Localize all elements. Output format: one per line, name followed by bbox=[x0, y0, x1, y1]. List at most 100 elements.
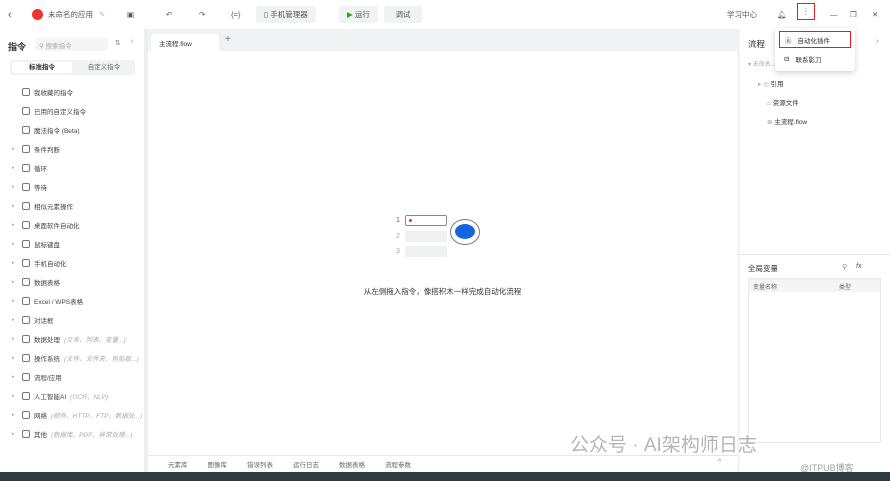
command-category[interactable]: ▸ 条件判断 bbox=[12, 144, 64, 154]
category-icon bbox=[22, 354, 30, 362]
save-icon[interactable]: ▣ bbox=[127, 6, 134, 23]
back-button[interactable]: ‹ bbox=[8, 6, 12, 23]
category-icon bbox=[22, 411, 30, 419]
collapse-icon[interactable]: ‹ bbox=[131, 38, 133, 45]
command-category[interactable]: ▸ Excel / WPS表格 bbox=[12, 296, 87, 306]
category-label: 我收藏的指令 bbox=[34, 90, 73, 97]
category-icon bbox=[22, 88, 30, 96]
search-input[interactable]: ⚲ 搜索指令 bbox=[35, 38, 108, 51]
title-bar: ‹ 未命名的应用 ✎ ▣ ↶ ↷ {=} ▯ 手机管理器 ▶ 运行 调试 学习中… bbox=[0, 0, 890, 29]
tree-item-resources[interactable]: ⌂ 资源文件 bbox=[767, 97, 799, 107]
command-category[interactable]: ▸ 流程/应用 bbox=[12, 372, 66, 382]
menu-item-automation-plugin[interactable]: Ⓐ 自动化插件 bbox=[779, 31, 851, 48]
debug-button[interactable]: 调试 bbox=[384, 6, 422, 23]
category-icon bbox=[22, 259, 30, 267]
bottom-tab[interactable]: 流程参数 bbox=[385, 459, 411, 469]
category-label: 数据处理 bbox=[34, 337, 60, 344]
expand-arrow-icon: ▸ bbox=[12, 412, 15, 418]
watermark: 公众号 · AI架构师日志 bbox=[570, 435, 757, 456]
expand-arrow-icon: ▸ bbox=[12, 260, 15, 266]
run-button[interactable]: ▶ 运行 bbox=[339, 6, 378, 23]
search-icon[interactable]: ⚲ bbox=[842, 263, 847, 271]
command-category[interactable]: ▸ 相似元素操作 bbox=[12, 201, 77, 211]
edit-icon[interactable]: ✎ bbox=[99, 6, 105, 23]
tab-custom[interactable]: 自定义指令 bbox=[74, 62, 134, 73]
command-category[interactable]: ▸ 数据表格 bbox=[12, 277, 64, 287]
learning-center-link[interactable]: 学习中心 bbox=[727, 6, 757, 23]
command-category[interactable]: ▸ 桌面软件自动化 bbox=[12, 220, 84, 230]
bottom-tab[interactable]: 元素库 bbox=[168, 459, 188, 469]
category-icon bbox=[22, 335, 30, 343]
command-category[interactable]: ▸ 操作系统 (文件、文件夹、剪贴板...) bbox=[12, 353, 139, 363]
menu-label: 联系影刀 bbox=[795, 56, 822, 64]
category-icon bbox=[22, 126, 30, 134]
category-icon bbox=[22, 316, 30, 324]
phone-manager-button[interactable]: ▯ 手机管理器 bbox=[256, 6, 316, 23]
redo-icon[interactable]: ↷ bbox=[199, 6, 205, 23]
undo-icon[interactable]: ↶ bbox=[166, 6, 172, 23]
category-label: 已用的自定义指令 bbox=[34, 109, 86, 116]
menu-item-contact[interactable]: ⊟ 联系影刀 bbox=[779, 50, 851, 67]
category-label: 循环 bbox=[34, 166, 47, 173]
category-icon bbox=[22, 278, 30, 286]
bottom-tab[interactable]: 错误列表 bbox=[247, 459, 273, 469]
command-category[interactable]: 魔法指令 (Beta) bbox=[12, 125, 84, 135]
command-category[interactable]: ▸ 鼠标键盘 bbox=[12, 239, 64, 249]
app-name[interactable]: 未命名的应用 bbox=[48, 6, 93, 23]
command-category[interactable]: ▸ 其他 (数据库、PDF、异常处理...) bbox=[12, 429, 132, 439]
tree-root[interactable]: ▾ 未命名... bbox=[748, 59, 776, 68]
tree-item-main-flow[interactable]: ⊜ 主流程.flow bbox=[767, 116, 807, 126]
category-icon bbox=[22, 183, 30, 191]
bottom-tab[interactable]: 运行日志 bbox=[293, 459, 319, 469]
global-vars-title: 全局变量 bbox=[748, 264, 778, 273]
tree-item-references[interactable]: ▸ ◎ 引用 bbox=[758, 78, 784, 88]
more-button[interactable]: ⋮ bbox=[797, 3, 815, 20]
command-category[interactable]: ▸ 手机自动化 bbox=[12, 258, 71, 268]
restore-button[interactable]: ❐ bbox=[850, 6, 857, 23]
expand-arrow-icon: ▸ bbox=[12, 203, 15, 209]
minimize-button[interactable]: — bbox=[830, 6, 838, 23]
search-placeholder: 搜索指令 bbox=[45, 43, 72, 50]
command-category[interactable]: ▸ 对话框 bbox=[12, 315, 58, 325]
category-label: 数据表格 bbox=[34, 280, 60, 287]
command-category[interactable]: ▸ 等待 bbox=[12, 182, 51, 192]
app-logo bbox=[32, 6, 43, 23]
flow-canvas[interactable]: 1 2 3 从左侧拖入指令，像搭积木一样完成自动化流程 bbox=[148, 51, 737, 455]
command-category[interactable]: ▸ 人工智能AI (OCR、NLP) bbox=[12, 391, 108, 401]
bottom-tab[interactable]: 图像库 bbox=[208, 459, 228, 469]
command-category[interactable]: ▸ 数据处理 (文本、列表、变量...) bbox=[12, 334, 126, 344]
category-icon bbox=[22, 202, 30, 210]
function-icon[interactable]: fx bbox=[856, 263, 861, 270]
category-hint: (邮件、HTTP、FTP、数据处...) bbox=[51, 413, 142, 420]
variables-icon[interactable]: {=} bbox=[231, 6, 240, 23]
category-label: 对话框 bbox=[34, 318, 54, 325]
run-label: 运行 bbox=[354, 10, 370, 19]
add-tab-button[interactable]: + bbox=[225, 34, 231, 45]
expand-arrow-icon: ▸ bbox=[12, 222, 15, 228]
category-icon bbox=[22, 107, 30, 115]
expand-up-icon[interactable]: ^ bbox=[718, 459, 721, 466]
category-icon bbox=[22, 430, 30, 438]
sort-icon[interactable]: ⇅ bbox=[115, 39, 121, 47]
command-category[interactable]: ▸ 循环 bbox=[12, 163, 51, 173]
col-header: 变量名称 bbox=[753, 285, 778, 291]
expand-arrow-icon: ▸ bbox=[12, 431, 15, 437]
category-label: 魔法指令 (Beta) bbox=[34, 128, 80, 135]
expand-arrow-icon: ▸ bbox=[12, 165, 15, 171]
bottom-tab[interactable]: 数据表格 bbox=[339, 459, 365, 469]
category-icon bbox=[22, 221, 30, 229]
variables-table: 变量名称 类型 bbox=[748, 278, 881, 443]
expand-icon[interactable]: › bbox=[876, 38, 878, 45]
command-category[interactable]: 已用的自定义指令 bbox=[12, 106, 90, 116]
category-label: 等待 bbox=[34, 185, 47, 192]
category-hint: (文件、文件夹、剪贴板...) bbox=[64, 356, 139, 363]
close-button[interactable]: ✕ bbox=[872, 6, 878, 23]
bell-icon[interactable]: 🔔︎ bbox=[777, 6, 787, 23]
command-category[interactable]: 我收藏的指令 bbox=[12, 87, 77, 97]
tab-standard[interactable]: 标准指令 bbox=[12, 62, 72, 73]
tab-main-flow[interactable]: 主流程.flow bbox=[151, 34, 219, 51]
command-category[interactable]: ▸ 网络 (邮件、HTTP、FTP、数据处...) bbox=[12, 410, 142, 420]
category-label: 操作系统 bbox=[34, 356, 60, 363]
panel-title: 指令 bbox=[8, 42, 27, 52]
row-number: 2 bbox=[396, 233, 400, 240]
